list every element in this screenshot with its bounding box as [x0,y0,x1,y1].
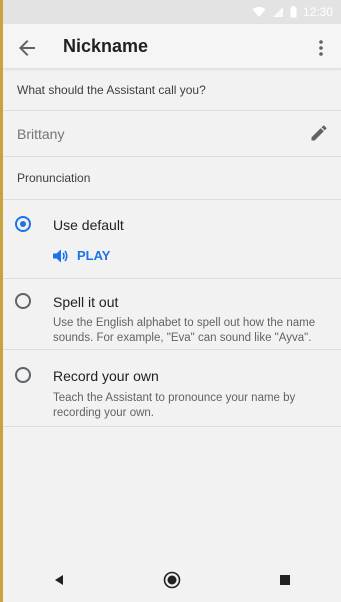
page-title: Nickname [63,36,149,56]
radio-spell-it-out[interactable] [15,293,31,309]
battery-icon [290,6,297,18]
question-label: What should the Assistant call you? [3,69,341,111]
more-options-button[interactable] [309,36,333,60]
play-label: PLAY [77,248,111,263]
status-time: 12:30 [302,5,333,19]
nav-recents-button[interactable] [273,568,297,592]
home-circle-icon [163,571,181,589]
option-title: Record your own [53,368,159,384]
app-toolbar: Nickname [3,24,341,69]
option-use-default[interactable]: Use default PLAY [3,200,341,279]
recents-square-icon [279,575,290,585]
more-vert-icon [319,40,323,56]
system-nav-bar [3,558,341,602]
wifi-icon [252,6,266,18]
radio-use-default[interactable] [15,216,31,232]
option-record-your-own[interactable]: Record your own Teach the Assistant to p… [3,350,341,427]
arrow-back-icon [19,40,35,56]
volume-icon [53,249,68,262]
edit-button[interactable] [309,123,329,143]
option-description: Teach the Assistant to pronounce your na… [53,392,296,419]
play-button[interactable]: PLAY [53,248,110,263]
nav-home-button[interactable] [160,568,184,592]
signal-icon [272,6,284,18]
option-description: Use the English alphabet to spell out ho… [53,317,316,344]
back-button[interactable] [15,36,39,60]
nickname-value: Brittany [17,125,65,142]
nav-back-button[interactable] [47,568,71,592]
option-spell-it-out[interactable]: Spell it out Use the English alphabet to… [3,279,341,350]
radio-record-your-own[interactable] [15,367,31,383]
status-icons: 12:30 [252,4,333,20]
phone-screen: 12:30 Nickname What should the Assistant… [3,0,341,602]
pronunciation-label: Pronunciation [3,157,341,200]
status-bar: 12:30 [3,0,341,24]
option-title: Use default [53,217,124,233]
pencil-icon [311,125,327,141]
nickname-field[interactable]: Brittany [3,111,341,157]
back-triangle-icon [55,575,64,585]
option-title: Spell it out [53,294,119,310]
